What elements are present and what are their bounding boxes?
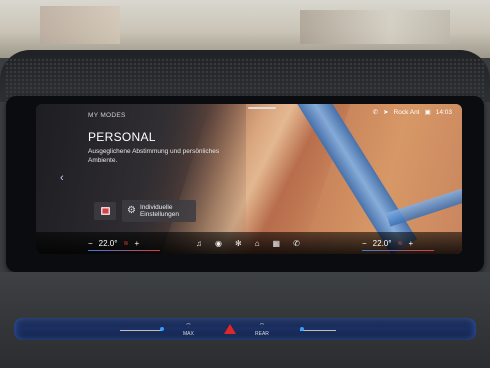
left-temp-value[interactable]: 22.0° — [99, 239, 118, 248]
pull-down-handle[interactable] — [248, 107, 276, 109]
section-label: MY MODES — [88, 112, 126, 119]
right-temp-plus[interactable]: + — [408, 239, 413, 248]
music-icon[interactable]: ♫ — [196, 239, 202, 248]
left-temp-minus[interactable]: − — [88, 239, 93, 248]
gear-icon: ⚙ — [127, 205, 136, 217]
apps-icon[interactable]: ▦ — [273, 239, 281, 248]
left-seat-heat-icon[interactable]: ≋ — [123, 240, 128, 247]
status-bar: ✆ ➤ Rock Ant ▣ 14:03 — [372, 108, 452, 117]
right-temp-minus[interactable]: − — [362, 239, 367, 248]
rear-defrost-icon: ⌔ — [258, 323, 266, 330]
hardware-controls: ⌔ MAX ⌔ REAR — [0, 322, 490, 338]
display-icon: ▣ — [424, 109, 431, 116]
right-temp-control: − 22.0° ≋ + — [362, 239, 413, 248]
individual-settings-button[interactable]: ⚙ Individuelle Einstellungen — [122, 200, 196, 222]
dashboard-top — [0, 50, 490, 102]
clock: 14:03 — [435, 108, 452, 116]
hazard-button[interactable] — [224, 324, 236, 334]
mode-style-icon — [100, 207, 110, 215]
home-icon[interactable]: ⌂ — [255, 239, 260, 248]
mode-title: PERSONAL — [88, 130, 156, 144]
right-temp-value[interactable]: 22.0° — [373, 239, 392, 248]
left-temp-gradient — [88, 249, 160, 251]
left-temp-plus[interactable]: + — [134, 239, 139, 248]
fan-icon[interactable]: ✻ — [235, 239, 242, 248]
max-defrost-button[interactable]: ⌔ MAX — [183, 322, 194, 337]
media-source: Rock Ant — [393, 108, 420, 116]
rear-label: REAR — [255, 331, 269, 337]
infotainment-screen: ✆ ➤ Rock Ant ▣ 14:03 MY MODES PERSONAL A… — [36, 104, 462, 254]
right-temp-gradient — [362, 249, 434, 251]
phone-icon[interactable]: ✆ — [293, 239, 300, 248]
max-label: MAX — [183, 331, 194, 337]
climate-bar: − 22.0° ≋ + ♫ ◉ ✻ ⌂ ▦ ✆ − 22.0° ≋ + — [36, 232, 462, 254]
defrost-icon: ⌔ — [185, 323, 192, 330]
location-arrow-icon: ➤ — [383, 109, 389, 116]
terrain-river-branch — [386, 185, 462, 227]
navigation-icon[interactable]: ◉ — [215, 239, 222, 248]
quick-access-bar: ♫ ◉ ✻ ⌂ ▦ ✆ — [196, 239, 300, 248]
mode-style-button[interactable] — [94, 202, 116, 220]
left-temp-control: − 22.0° ≋ + — [88, 239, 139, 248]
individual-settings-label: Individuelle Einstellungen — [139, 203, 179, 219]
right-seat-heat-icon[interactable]: ≋ — [397, 240, 402, 247]
mode-description: Ausgeglichene Abstimmung und persönliche… — [88, 148, 220, 164]
phone-icon: ✆ — [372, 109, 379, 116]
chevron-left-icon[interactable]: ‹ — [60, 172, 64, 184]
rear-defrost-button[interactable]: ⌔ REAR — [255, 322, 269, 337]
